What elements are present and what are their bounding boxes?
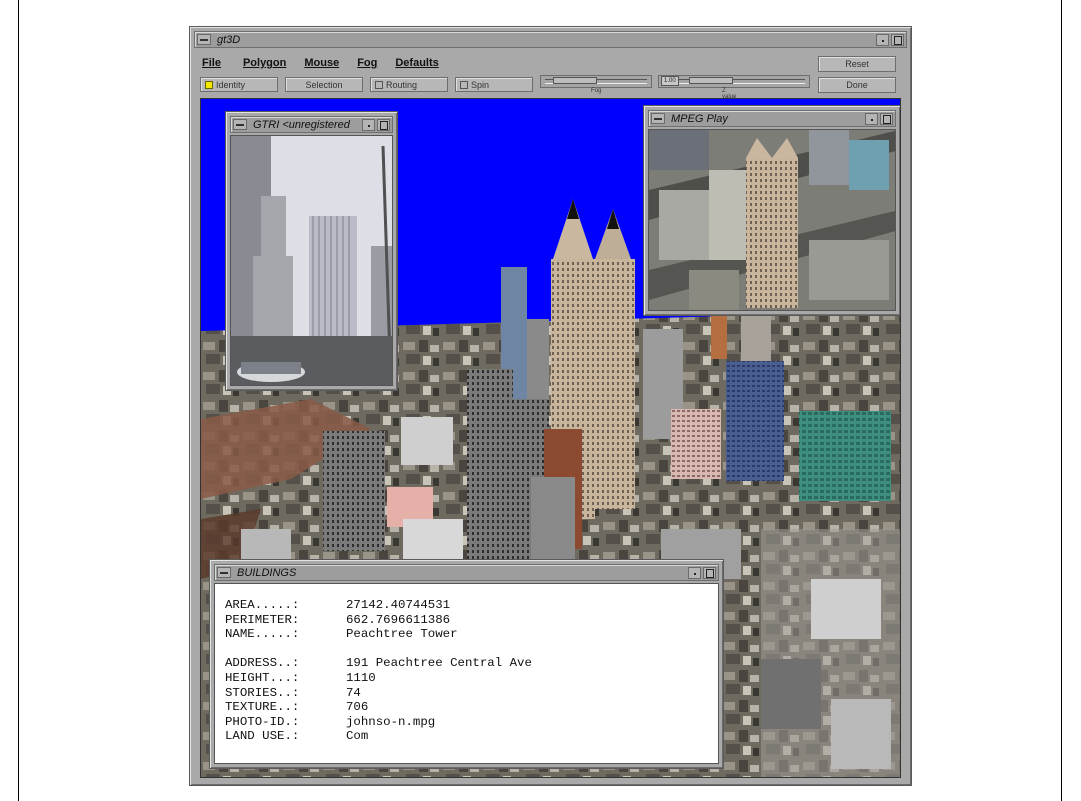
zvalue-slider-thumb[interactable] — [689, 77, 733, 84]
maximize-icon[interactable] — [891, 33, 904, 46]
city-3d-viewport[interactable]: GTRI <unregistered MPEG Play BUILDINGS A… — [200, 98, 901, 778]
routing-toggle[interactable]: Routing — [370, 77, 448, 92]
mpeg-maximize-icon[interactable] — [880, 112, 893, 125]
identity-toggle[interactable]: Identity — [200, 77, 278, 92]
attr-land-use: LAND USE.: Com — [225, 729, 369, 744]
attr-perimeter: PERIMETER: 662.7696611386 — [225, 612, 451, 627]
building-attributes: AREA.....: 27142.40744531 PERIMETER: 662.7… — [214, 583, 719, 764]
spin-checkbox-icon — [460, 80, 468, 89]
attr-name: NAME.....: Peachtree Tower — [225, 627, 458, 642]
page-border-left — [18, 0, 19, 801]
mpeg-minimize-icon[interactable] — [865, 112, 878, 125]
buildings-title: BUILDINGS — [237, 566, 297, 579]
zvalue-readout: 1.00 — [661, 76, 679, 86]
menu-bar: File Polygon Mouse Fog Defaults — [202, 57, 439, 69]
gtri-titlebar[interactable]: GTRI <unregistered — [230, 116, 393, 133]
mpeg-titlebar[interactable]: MPEG Play — [648, 110, 896, 127]
window-menu-icon[interactable] — [197, 34, 211, 45]
menu-mouse[interactable]: Mouse — [304, 57, 339, 69]
identity-label: Identity — [216, 79, 246, 90]
reset-label: Reset — [845, 59, 869, 69]
mpeg-title: MPEG Play — [671, 112, 728, 125]
gtri-title: GTRI <unregistered — [253, 118, 350, 131]
routing-checkbox-icon — [375, 80, 383, 89]
page-border-right — [1061, 0, 1062, 801]
selection-label: Selection — [305, 79, 343, 90]
fog-slider[interactable] — [540, 75, 652, 88]
gtri-menu-icon[interactable] — [233, 119, 247, 130]
gtri-photo — [230, 135, 393, 386]
gt3d-window: gt3D File Polygon Mouse Fog Defaults Ide… — [189, 26, 912, 786]
identity-indicator-icon — [205, 80, 213, 89]
routing-label: Routing — [386, 79, 418, 90]
fog-slider-label: Fog — [591, 88, 602, 94]
spin-label: Spin — [471, 79, 490, 90]
gtri-maximize-icon[interactable] — [377, 118, 390, 131]
attr-texture: TEXTURE..: 706 — [225, 700, 369, 715]
attr-height: HEIGHT...: 1110 — [225, 670, 376, 685]
mpeg-video-frame — [648, 129, 896, 311]
attr-area: AREA.....: 27142.40744531 — [225, 598, 451, 612]
menu-defaults[interactable]: Defaults — [395, 57, 438, 69]
minimize-icon[interactable] — [876, 33, 889, 46]
window-title: gt3D — [217, 33, 241, 46]
selection-button[interactable]: Selection — [285, 77, 363, 92]
buildings-maximize-icon[interactable] — [703, 566, 716, 579]
reset-button[interactable]: Reset — [818, 56, 896, 72]
attr-stories: STORIES..: 74 — [225, 685, 361, 700]
buildings-menu-icon[interactable] — [217, 567, 231, 578]
gtri-minimize-icon[interactable] — [362, 118, 375, 131]
mpeg-play-window: MPEG Play — [643, 105, 900, 316]
attr-photo-id: PHOTO-ID.: johnso-n.mpg — [225, 714, 436, 729]
attr-address: ADDRESS..: 191 Peachtree Central Ave — [225, 656, 532, 671]
buildings-minimize-icon[interactable] — [688, 566, 701, 579]
gtri-photo-window: GTRI <unregistered — [225, 111, 398, 391]
done-button[interactable]: Done — [818, 77, 896, 93]
menu-file[interactable]: File — [202, 57, 221, 69]
buildings-titlebar[interactable]: BUILDINGS — [214, 564, 719, 581]
mpeg-menu-icon[interactable] — [651, 113, 665, 124]
menu-polygon[interactable]: Polygon — [243, 57, 286, 69]
menu-fog[interactable]: Fog — [357, 57, 377, 69]
spin-toggle[interactable]: Spin — [455, 77, 533, 92]
buildings-info-window: BUILDINGS AREA.....: 27142.40744531 PERIM… — [209, 559, 724, 769]
fog-slider-thumb[interactable] — [553, 77, 597, 84]
done-label: Done — [846, 80, 868, 90]
gt3d-titlebar[interactable]: gt3D — [194, 31, 907, 48]
zvalue-slider[interactable] — [658, 75, 810, 88]
